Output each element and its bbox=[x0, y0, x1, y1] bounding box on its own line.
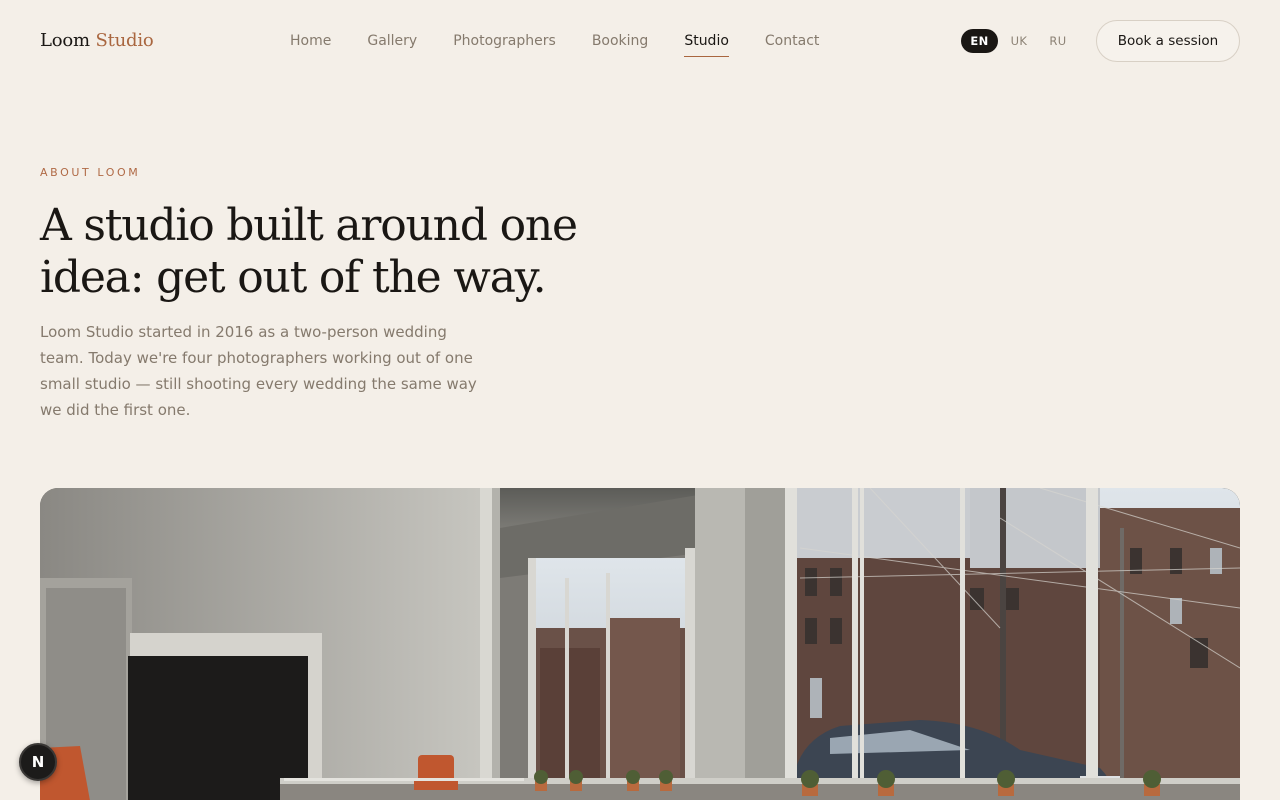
site-header: Loom Studio Home Gallery Photographers B… bbox=[0, 0, 1280, 82]
studio-hero-image bbox=[40, 488, 1240, 800]
headline-line-2: idea: get out of the way. bbox=[40, 252, 547, 303]
nav-item-gallery[interactable]: Gallery bbox=[349, 32, 435, 57]
nav-item-home[interactable]: Home bbox=[272, 32, 349, 57]
lang-option-ru[interactable]: RU bbox=[1040, 29, 1076, 53]
intro-paragraph: Loom Studio started in 2016 as a two-per… bbox=[40, 323, 477, 419]
nav-item-contact[interactable]: Contact bbox=[747, 32, 837, 57]
section-eyebrow: ABOUT LOOM bbox=[40, 166, 141, 179]
headline-line-1: A studio built around one bbox=[40, 200, 578, 251]
nav-item-photographers[interactable]: Photographers bbox=[435, 32, 574, 57]
nav-item-studio[interactable]: Studio bbox=[666, 32, 747, 57]
nav-item-booking[interactable]: Booking bbox=[574, 32, 667, 57]
lang-option-en[interactable]: EN bbox=[961, 29, 998, 53]
n-badge[interactable]: N bbox=[19, 743, 57, 781]
page-headline: A studio built around one idea: get out … bbox=[40, 200, 640, 304]
logo-name: Loom bbox=[40, 30, 90, 51]
logo[interactable]: Loom Studio bbox=[40, 30, 154, 51]
studio-interior-photo bbox=[40, 488, 1240, 800]
main-nav: Home Gallery Photographers Booking Studi… bbox=[272, 32, 837, 57]
lang-option-uk[interactable]: UK bbox=[998, 29, 1040, 53]
logo-accent: Studio bbox=[95, 30, 154, 51]
language-switcher: EN UK RU bbox=[961, 29, 1076, 53]
book-session-button[interactable]: Book a session bbox=[1096, 20, 1240, 62]
